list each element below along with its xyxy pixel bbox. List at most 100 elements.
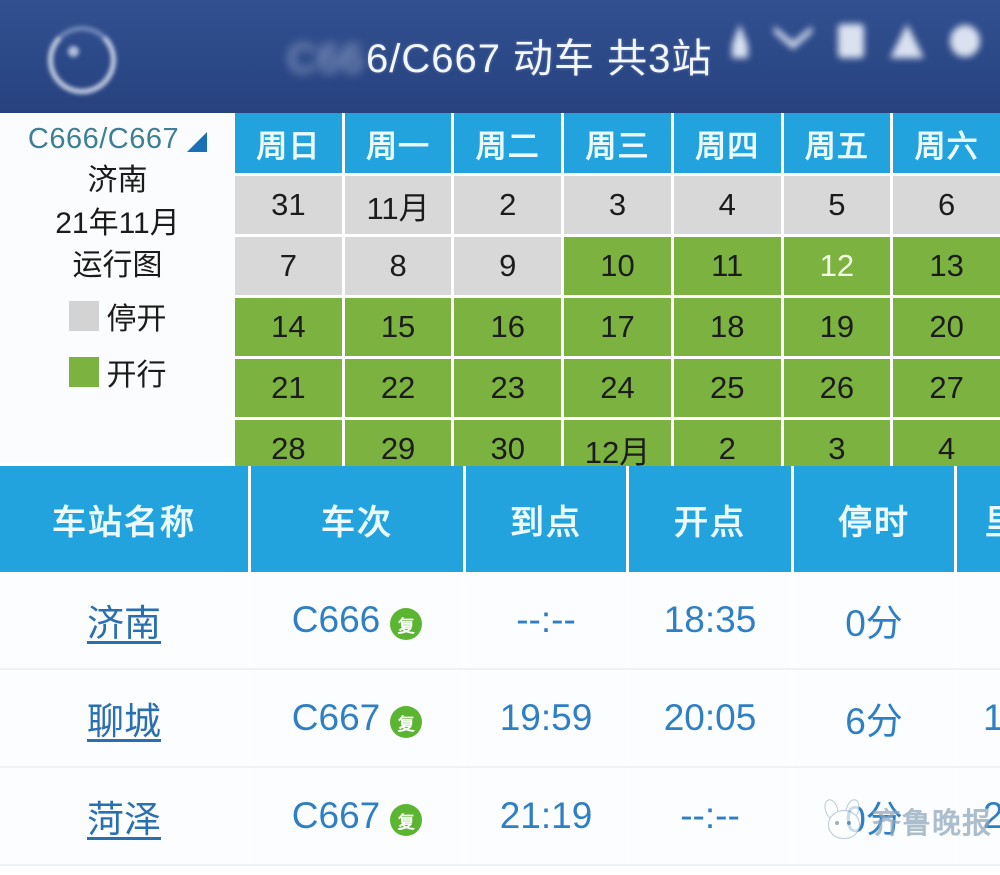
calendar-day-cell[interactable]: 4: [673, 176, 781, 234]
legend-swatch-gray: [68, 300, 99, 331]
stop-duration-cell: 0分: [794, 572, 954, 668]
calendar-train-number: C666/C667: [27, 123, 180, 155]
calendar-day-cell[interactable]: 25: [673, 359, 781, 417]
depart-time-cell: --:--: [629, 768, 791, 864]
train-number-cell[interactable]: C666 复: [251, 572, 463, 668]
calendar-weekday-header: 周二: [454, 113, 562, 173]
legend-item-stopped: 停开: [68, 294, 167, 338]
fuxing-badge-icon: 复: [390, 608, 423, 640]
calendar-day-cell[interactable]: 7: [235, 237, 342, 295]
fuxing-badge-icon: 复: [390, 706, 423, 738]
calendar-weekday-header: 周日: [235, 113, 342, 173]
calendar-day-cell[interactable]: 13: [893, 237, 1000, 295]
depart-time-cell: 18:35: [629, 572, 791, 668]
mileage-cell: 2: [957, 768, 1000, 864]
calendar-day-cell[interactable]: 18: [673, 298, 781, 356]
calendar-train-number-row[interactable]: C666/C667: [0, 123, 235, 156]
triangle-expand-icon[interactable]: [187, 131, 208, 152]
calendar-day-cell[interactable]: 22: [344, 359, 452, 417]
timetable-body: 济南 C666 复 --:-- 18:35 0分 聊城 C667 复 19:59 20:05 6分 1 菏…: [0, 572, 1000, 866]
battery-icon: [838, 24, 864, 58]
calendar-day-cell[interactable]: 26: [783, 359, 891, 417]
mileage-cell: [957, 572, 1000, 668]
calendar-day-cell[interactable]: 14: [235, 298, 342, 356]
station-link[interactable]: 济南: [87, 593, 161, 647]
calendar-day-cell[interactable]: 11: [673, 237, 781, 295]
timetable: 车站名称车次到点开点停时里 济南C666复--:--18:350分聊城C667复…: [0, 466, 1000, 866]
calendar-legend: 停开 开行: [0, 294, 235, 394]
table-row[interactable]: 聊城 C667 复 19:59 20:05 6分 1: [0, 670, 1000, 768]
stop-duration-cell: 0分: [794, 768, 954, 864]
timetable-column-header: 车次: [251, 466, 463, 572]
calendar-day-cell[interactable]: 27: [893, 359, 1000, 417]
arrive-time-cell: 21:19: [466, 768, 626, 864]
calendar-weekday-header: 周四: [673, 113, 781, 173]
calendar-sidebar: C666/C667 济南 21年11月 运行图 停开 开行: [0, 113, 235, 463]
calendar-day-cell[interactable]: 23: [454, 359, 562, 417]
calendar-weekday-header: 周三: [564, 113, 671, 173]
calendar-day-cell[interactable]: 2: [454, 176, 562, 234]
timetable-column-header: 车站名称: [0, 466, 248, 572]
timetable-header-row: 车站名称车次到点开点停时里: [0, 466, 1000, 572]
triangle-icon: [890, 24, 924, 58]
legend-swatch-green: [68, 356, 99, 387]
calendar-day-cell[interactable]: 31: [235, 176, 342, 234]
train-number-cell[interactable]: C667 复: [251, 768, 463, 864]
arrive-time-cell: --:--: [466, 572, 626, 668]
table-row[interactable]: 菏泽 C667 复 21:19 --:-- 0分 2: [0, 768, 1000, 866]
calendar-day-cell[interactable]: 11月: [344, 176, 452, 234]
wifi-icon: [774, 26, 812, 50]
calendar-period: 21年11月: [55, 206, 180, 240]
calendar-day-cell[interactable]: 20: [893, 298, 1000, 356]
timetable-column-header: 停时: [794, 466, 954, 572]
calendar-day-cell[interactable]: 10: [564, 237, 671, 295]
timetable-column-header: 开点: [629, 466, 791, 572]
depart-time-cell: 20:05: [629, 670, 791, 766]
table-row[interactable]: 济南 C666 复 --:-- 18:35 0分: [0, 572, 1000, 670]
calendar-day-cell[interactable]: 17: [564, 298, 671, 356]
calendar-day-cell[interactable]: 21: [235, 359, 342, 417]
calendar-weekday-header: 周五: [783, 113, 891, 173]
calendar-day-cell[interactable]: 19: [783, 298, 891, 356]
station-cell[interactable]: 济南: [0, 572, 248, 668]
legend-label-running: 开行: [106, 358, 167, 392]
legend-item-running: 开行: [68, 350, 167, 394]
legend-label-stopped: 停开: [106, 302, 167, 336]
calendar-station: 济南: [87, 164, 148, 197]
calendar-weekday-header: 周一: [344, 113, 452, 173]
page-title-text: 6/C667 动车 共3站: [365, 37, 713, 81]
calendar-day-cell[interactable]: 16: [454, 298, 562, 356]
calendar-grid: 周日 周一 周二 周三 周四 周五 周六 31 11月 2 3 4 5 6 7 8 9 10 11 12 13 14 15 1…: [235, 113, 1000, 478]
calendar-day-cell[interactable]: 6: [893, 176, 1000, 234]
station-cell[interactable]: 聊城: [0, 670, 248, 766]
fuxing-badge-icon: 复: [390, 804, 423, 836]
timetable-column-header: 里: [957, 466, 1000, 572]
mileage-cell: 1: [957, 670, 1000, 766]
train-number-text: C667: [291, 795, 381, 836]
calendar-panel: C666/C667 济南 21年11月 运行图 停开 开行 周日 周一 周二 周三 周四…: [0, 113, 1000, 478]
calendar-day-cell[interactable]: 5: [783, 176, 891, 234]
avatar-icon: [950, 25, 980, 57]
timetable-column-header: 到点: [466, 466, 626, 572]
station-link[interactable]: 聊城: [87, 691, 161, 745]
calendar-chart-label: 运行图: [72, 249, 163, 283]
calendar-day-cell[interactable]: 9: [454, 237, 562, 295]
train-number-cell[interactable]: C667 复: [251, 670, 463, 766]
calendar-day-cell[interactable]: 24: [564, 359, 671, 417]
stop-duration-cell: 6分: [794, 670, 954, 766]
arrive-time-cell: 19:59: [466, 670, 626, 766]
app-screen: C666/C667 动车 共3站 C666/C667 济南 21年11月 运行图…: [0, 0, 1000, 875]
station-cell[interactable]: 菏泽: [0, 768, 248, 864]
train-number-text: C667: [291, 697, 381, 738]
signal-icon: [732, 24, 748, 58]
calendar-day-cell[interactable]: 8: [344, 237, 452, 295]
header-status-icons: [732, 24, 980, 58]
calendar-day-cell[interactable]: 12: [783, 237, 891, 295]
calendar-day-cell[interactable]: 15: [344, 298, 452, 356]
calendar-weekday-header: 周六: [893, 113, 1000, 173]
app-header: C666/C667 动车 共3站: [0, 0, 1000, 113]
calendar-day-cell[interactable]: 3: [564, 176, 671, 234]
train-number-text: C666: [291, 599, 381, 640]
station-link[interactable]: 菏泽: [87, 789, 161, 843]
page-title-obscured: C66: [287, 37, 364, 81]
